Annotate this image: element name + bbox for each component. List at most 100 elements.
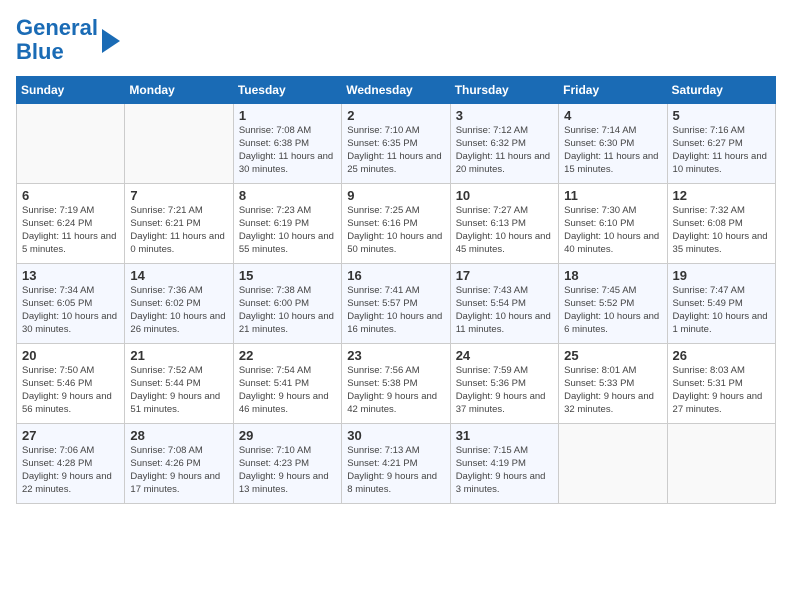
cell-detail: Sunrise: 7:41 AM Sunset: 5:57 PM Dayligh… (347, 285, 444, 336)
logo-general: General (16, 15, 98, 40)
cell-detail: Sunrise: 7:54 AM Sunset: 5:41 PM Dayligh… (239, 365, 336, 416)
calendar-week-row: 27 Sunrise: 7:06 AM Sunset: 4:28 PM Dayli… (17, 424, 776, 504)
cell-detail: Sunrise: 7:38 AM Sunset: 6:00 PM Dayligh… (239, 285, 336, 336)
calendar-cell: 13 Sunrise: 7:34 AM Sunset: 6:05 PM Dayli… (17, 264, 125, 344)
calendar-cell: 16 Sunrise: 7:41 AM Sunset: 5:57 PM Dayli… (342, 264, 450, 344)
day-number: 30 (347, 428, 444, 443)
cell-detail: Sunrise: 7:19 AM Sunset: 6:24 PM Dayligh… (22, 205, 119, 256)
day-number: 10 (456, 188, 553, 203)
col-header-wednesday: Wednesday (342, 77, 450, 104)
calendar-cell: 1 Sunrise: 7:08 AM Sunset: 6:38 PM Daylig… (233, 104, 341, 184)
calendar-cell: 17 Sunrise: 7:43 AM Sunset: 5:54 PM Dayli… (450, 264, 558, 344)
day-number: 12 (673, 188, 770, 203)
day-number: 28 (130, 428, 227, 443)
calendar-cell: 22 Sunrise: 7:54 AM Sunset: 5:41 PM Dayli… (233, 344, 341, 424)
calendar-cell: 2 Sunrise: 7:10 AM Sunset: 6:35 PM Daylig… (342, 104, 450, 184)
calendar-week-row: 13 Sunrise: 7:34 AM Sunset: 6:05 PM Dayli… (17, 264, 776, 344)
day-number: 1 (239, 108, 336, 123)
day-number: 14 (130, 268, 227, 283)
logo-arrow-icon (102, 29, 120, 53)
cell-detail: Sunrise: 7:59 AM Sunset: 5:36 PM Dayligh… (456, 365, 553, 416)
calendar-cell: 28 Sunrise: 7:08 AM Sunset: 4:26 PM Dayli… (125, 424, 233, 504)
calendar-cell: 21 Sunrise: 7:52 AM Sunset: 5:44 PM Dayli… (125, 344, 233, 424)
day-number: 24 (456, 348, 553, 363)
day-number: 20 (22, 348, 119, 363)
calendar-cell: 4 Sunrise: 7:14 AM Sunset: 6:30 PM Daylig… (559, 104, 667, 184)
cell-detail: Sunrise: 7:08 AM Sunset: 6:38 PM Dayligh… (239, 125, 336, 176)
day-number: 21 (130, 348, 227, 363)
cell-detail: Sunrise: 7:36 AM Sunset: 6:02 PM Dayligh… (130, 285, 227, 336)
cell-detail: Sunrise: 7:12 AM Sunset: 6:32 PM Dayligh… (456, 125, 553, 176)
cell-detail: Sunrise: 7:10 AM Sunset: 6:35 PM Dayligh… (347, 125, 444, 176)
cell-detail: Sunrise: 7:14 AM Sunset: 6:30 PM Dayligh… (564, 125, 661, 176)
cell-detail: Sunrise: 7:47 AM Sunset: 5:49 PM Dayligh… (673, 285, 770, 336)
day-number: 31 (456, 428, 553, 443)
calendar-cell: 3 Sunrise: 7:12 AM Sunset: 6:32 PM Daylig… (450, 104, 558, 184)
cell-detail: Sunrise: 7:27 AM Sunset: 6:13 PM Dayligh… (456, 205, 553, 256)
calendar-week-row: 1 Sunrise: 7:08 AM Sunset: 6:38 PM Daylig… (17, 104, 776, 184)
calendar-cell: 23Sunrise: 7:56 AM Sunset: 5:38 PM Dayli… (342, 344, 450, 424)
day-number: 26 (673, 348, 770, 363)
calendar-cell: 31 Sunrise: 7:15 AM Sunset: 4:19 PM Dayli… (450, 424, 558, 504)
day-number: 15 (239, 268, 336, 283)
cell-detail: Sunrise: 7:10 AM Sunset: 4:23 PM Dayligh… (239, 445, 336, 496)
cell-detail: Sunrise: 7:50 AM Sunset: 5:46 PM Dayligh… (22, 365, 119, 416)
calendar-cell: 8Sunrise: 7:23 AM Sunset: 6:19 PM Daylig… (233, 184, 341, 264)
day-number: 19 (673, 268, 770, 283)
cell-detail: Sunrise: 7:08 AM Sunset: 4:26 PM Dayligh… (130, 445, 227, 496)
cell-detail: Sunrise: 7:32 AM Sunset: 6:08 PM Dayligh… (673, 205, 770, 256)
cell-detail: Sunrise: 7:52 AM Sunset: 5:44 PM Dayligh… (130, 365, 227, 416)
logo-text: General Blue (16, 16, 98, 64)
day-number: 29 (239, 428, 336, 443)
calendar-cell: 7Sunrise: 7:21 AM Sunset: 6:21 PM Daylig… (125, 184, 233, 264)
cell-detail: Sunrise: 7:06 AM Sunset: 4:28 PM Dayligh… (22, 445, 119, 496)
day-number: 22 (239, 348, 336, 363)
cell-detail: Sunrise: 7:15 AM Sunset: 4:19 PM Dayligh… (456, 445, 553, 496)
day-number: 27 (22, 428, 119, 443)
calendar-cell: 15 Sunrise: 7:38 AM Sunset: 6:00 PM Dayli… (233, 264, 341, 344)
calendar-cell: 24 Sunrise: 7:59 AM Sunset: 5:36 PM Dayli… (450, 344, 558, 424)
calendar-cell (17, 104, 125, 184)
col-header-monday: Monday (125, 77, 233, 104)
calendar-cell: 11Sunrise: 7:30 AM Sunset: 6:10 PM Dayli… (559, 184, 667, 264)
day-number: 4 (564, 108, 661, 123)
calendar-cell: 6 Sunrise: 7:19 AM Sunset: 6:24 PM Daylig… (17, 184, 125, 264)
day-number: 5 (673, 108, 770, 123)
calendar-cell: 10 Sunrise: 7:27 AM Sunset: 6:13 PM Dayli… (450, 184, 558, 264)
col-header-friday: Friday (559, 77, 667, 104)
calendar-cell: 18 Sunrise: 7:45 AM Sunset: 5:52 PM Dayli… (559, 264, 667, 344)
day-number: 6 (22, 188, 119, 203)
cell-detail: Sunrise: 7:34 AM Sunset: 6:05 PM Dayligh… (22, 285, 119, 336)
cell-detail: Sunrise: 7:43 AM Sunset: 5:54 PM Dayligh… (456, 285, 553, 336)
calendar-cell: 19 Sunrise: 7:47 AM Sunset: 5:49 PM Dayli… (667, 264, 775, 344)
calendar-cell (667, 424, 775, 504)
logo-blue: Blue (16, 39, 64, 64)
calendar-week-row: 20 Sunrise: 7:50 AM Sunset: 5:46 PM Dayli… (17, 344, 776, 424)
cell-detail: Sunrise: 7:45 AM Sunset: 5:52 PM Dayligh… (564, 285, 661, 336)
calendar-cell: 26Sunrise: 8:03 AM Sunset: 5:31 PM Dayli… (667, 344, 775, 424)
day-number: 7 (130, 188, 227, 203)
calendar-cell: 9 Sunrise: 7:25 AM Sunset: 6:16 PM Daylig… (342, 184, 450, 264)
calendar-cell: 30 Sunrise: 7:13 AM Sunset: 4:21 PM Dayli… (342, 424, 450, 504)
col-header-saturday: Saturday (667, 77, 775, 104)
day-number: 3 (456, 108, 553, 123)
cell-detail: Sunrise: 7:25 AM Sunset: 6:16 PM Dayligh… (347, 205, 444, 256)
day-number: 2 (347, 108, 444, 123)
calendar-cell: 27 Sunrise: 7:06 AM Sunset: 4:28 PM Dayli… (17, 424, 125, 504)
calendar-table: SundayMondayTuesdayWednesdayThursdayFrid… (16, 76, 776, 504)
day-number: 18 (564, 268, 661, 283)
day-number: 25 (564, 348, 661, 363)
day-number: 17 (456, 268, 553, 283)
day-number: 13 (22, 268, 119, 283)
calendar-header-row: SundayMondayTuesdayWednesdayThursdayFrid… (17, 77, 776, 104)
calendar-cell: 29 Sunrise: 7:10 AM Sunset: 4:23 PM Dayli… (233, 424, 341, 504)
calendar-cell (559, 424, 667, 504)
cell-detail: Sunrise: 7:13 AM Sunset: 4:21 PM Dayligh… (347, 445, 444, 496)
day-number: 9 (347, 188, 444, 203)
day-number: 16 (347, 268, 444, 283)
calendar-cell: 14 Sunrise: 7:36 AM Sunset: 6:02 PM Dayli… (125, 264, 233, 344)
day-number: 8 (239, 188, 336, 203)
calendar-week-row: 6 Sunrise: 7:19 AM Sunset: 6:24 PM Daylig… (17, 184, 776, 264)
col-header-sunday: Sunday (17, 77, 125, 104)
calendar-cell: 25Sunrise: 8:01 AM Sunset: 5:33 PM Dayli… (559, 344, 667, 424)
